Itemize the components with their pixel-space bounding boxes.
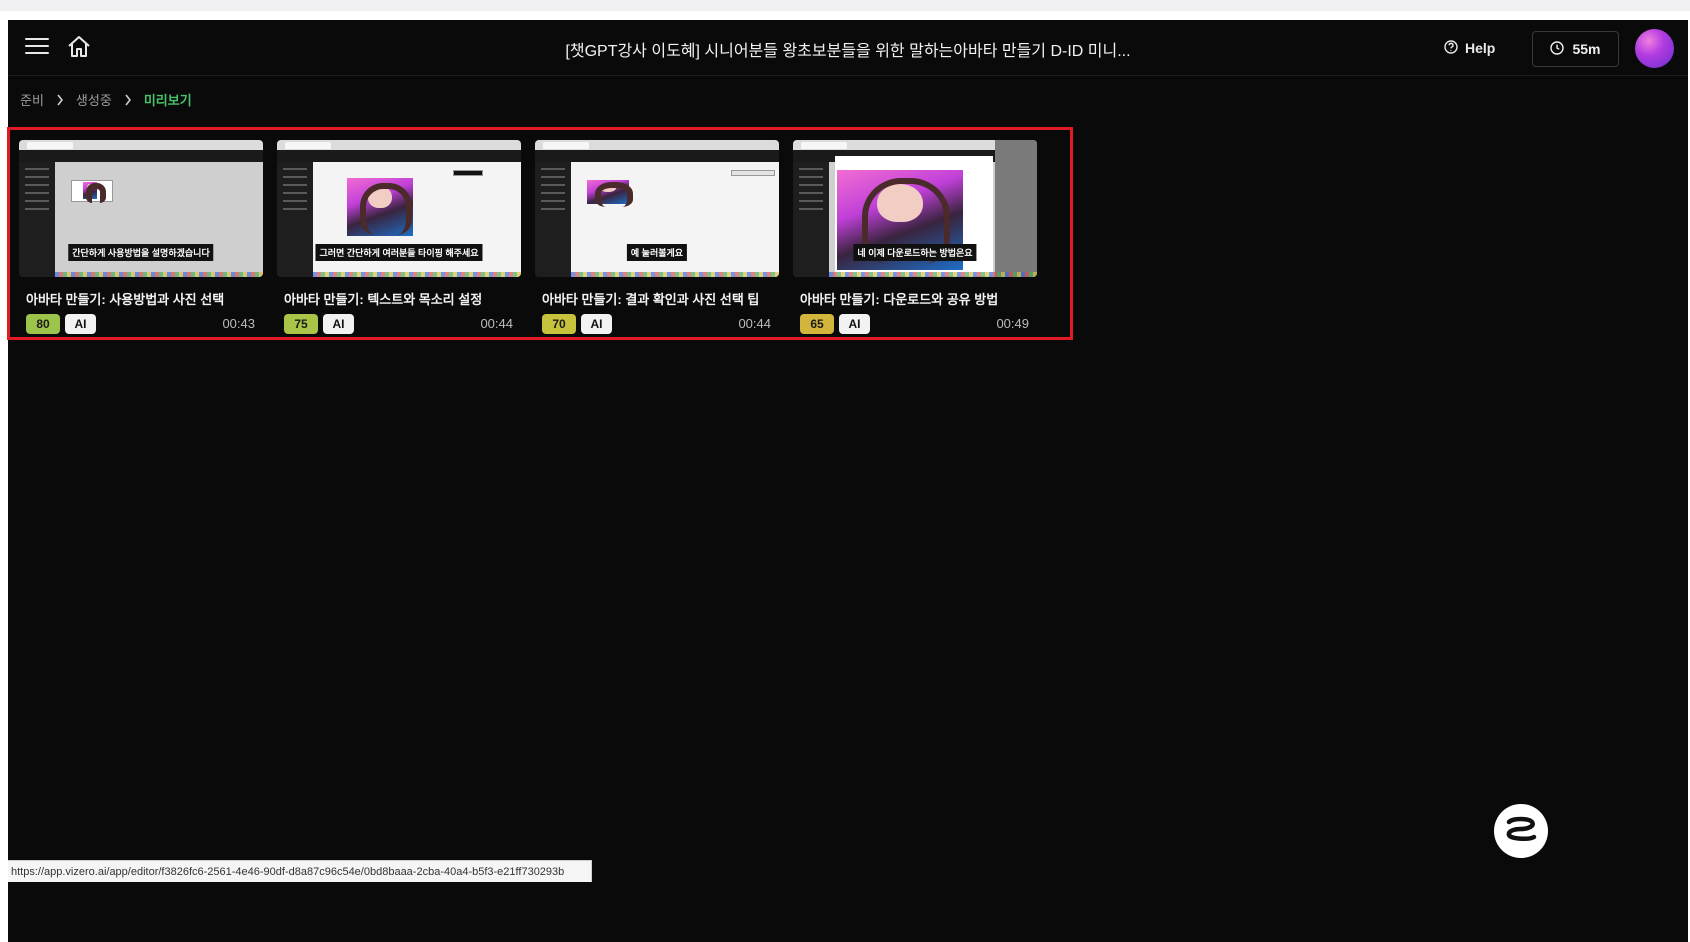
clip-thumbnail[interactable]: 네 이제 다운로드하는 방법은요 xyxy=(793,140,1037,277)
browser-top-divider xyxy=(0,11,1690,20)
clip-score-badge: 80 xyxy=(26,314,60,334)
browser-top-strip xyxy=(0,0,1690,11)
clip-card[interactable]: 예 눌러볼게요 아바타 만들기: 결과 확인과 사진 선택 팁 70 AI 00… xyxy=(535,140,779,336)
clock-icon xyxy=(1550,40,1565,58)
user-avatar[interactable] xyxy=(1635,29,1674,68)
brand-logo-icon xyxy=(1504,816,1538,847)
clip-duration: 00:44 xyxy=(738,316,771,331)
clip-thumbnail[interactable]: 예 눌러볼게요 xyxy=(535,140,779,277)
clip-caption: 네 이제 다운로드하는 방법은요 xyxy=(853,244,977,261)
clip-title: 아바타 만들기: 텍스트와 목소리 설정 xyxy=(284,292,483,307)
chevron-right-icon xyxy=(56,94,64,106)
help-circle-icon xyxy=(1444,39,1458,57)
help-label: Help xyxy=(1465,40,1496,56)
clip-thumbnail[interactable]: 그러면 간단하게 여러분들 타이핑 해주세요 xyxy=(277,140,521,277)
top-header: [챗GPT강사 이도혜] 시니어분들 왕초보분들을 위한 말하는아바타 만들기 … xyxy=(8,20,1688,76)
clip-caption: 예 눌러볼게요 xyxy=(626,244,688,261)
chevron-right-icon xyxy=(124,94,132,106)
clip-duration: 00:43 xyxy=(222,316,255,331)
clip-caption: 그러면 간단하게 여러분들 타이핑 해주세요 xyxy=(315,244,483,261)
ai-tag-badge: AI xyxy=(65,314,96,334)
clip-score-badge: 65 xyxy=(800,314,834,334)
credits-timer-button[interactable]: 55m xyxy=(1532,31,1619,67)
chat-launcher-button[interactable] xyxy=(1494,804,1548,858)
ai-tag-badge: AI xyxy=(581,314,612,334)
clip-caption: 간단하게 사용방법을 설명하겠습니다 xyxy=(68,244,214,261)
clip-duration: 00:49 xyxy=(996,316,1029,331)
ai-tag-badge: AI xyxy=(323,314,354,334)
hamburger-icon[interactable] xyxy=(25,38,49,58)
breadcrumb: 준비 생성중 미리보기 xyxy=(20,90,192,109)
home-icon[interactable] xyxy=(66,34,92,60)
breadcrumb-item-prepare[interactable]: 준비 xyxy=(20,90,44,109)
link-status-bar: https://app.vizero.ai/app/editor/f3826fc… xyxy=(8,860,592,882)
ai-tag-badge: AI xyxy=(839,314,870,334)
clip-title: 아바타 만들기: 결과 확인과 사진 선택 팁 xyxy=(542,292,760,307)
app-window: [챗GPT강사 이도혜] 시니어분들 왕초보분들을 위한 말하는아바타 만들기 … xyxy=(7,20,1688,942)
clip-title: 아바타 만들기: 사용방법과 사진 선택 xyxy=(26,292,225,307)
clip-results-highlight: 간단하게 사용방법을 설명하겠습니다 아바타 만들기: 사용방법과 사진 선택 … xyxy=(7,127,1073,340)
clip-card[interactable]: 간단하게 사용방법을 설명하겠습니다 아바타 만들기: 사용방법과 사진 선택 … xyxy=(19,140,263,336)
clip-thumbnail[interactable]: 간단하게 사용방법을 설명하겠습니다 xyxy=(19,140,263,277)
clip-score-badge: 70 xyxy=(542,314,576,334)
credits-label: 55m xyxy=(1572,41,1601,57)
help-button[interactable]: Help xyxy=(1444,37,1495,59)
clip-card[interactable]: 그러면 간단하게 여러분들 타이핑 해주세요 아바타 만들기: 텍스트와 목소리… xyxy=(277,140,521,336)
page-title: [챗GPT강사 이도혜] 시니어분들 왕초보분들을 위한 말하는아바타 만들기 … xyxy=(565,43,1131,60)
clip-title: 아바타 만들기: 다운로드와 공유 방법 xyxy=(800,292,999,307)
clip-duration: 00:44 xyxy=(480,316,513,331)
clip-score-badge: 75 xyxy=(284,314,318,334)
breadcrumb-item-preview[interactable]: 미리보기 xyxy=(144,90,192,109)
clip-card[interactable]: 네 이제 다운로드하는 방법은요 아바타 만들기: 다운로드와 공유 방법 65… xyxy=(793,140,1037,336)
breadcrumb-item-generating[interactable]: 생성중 xyxy=(76,90,112,109)
